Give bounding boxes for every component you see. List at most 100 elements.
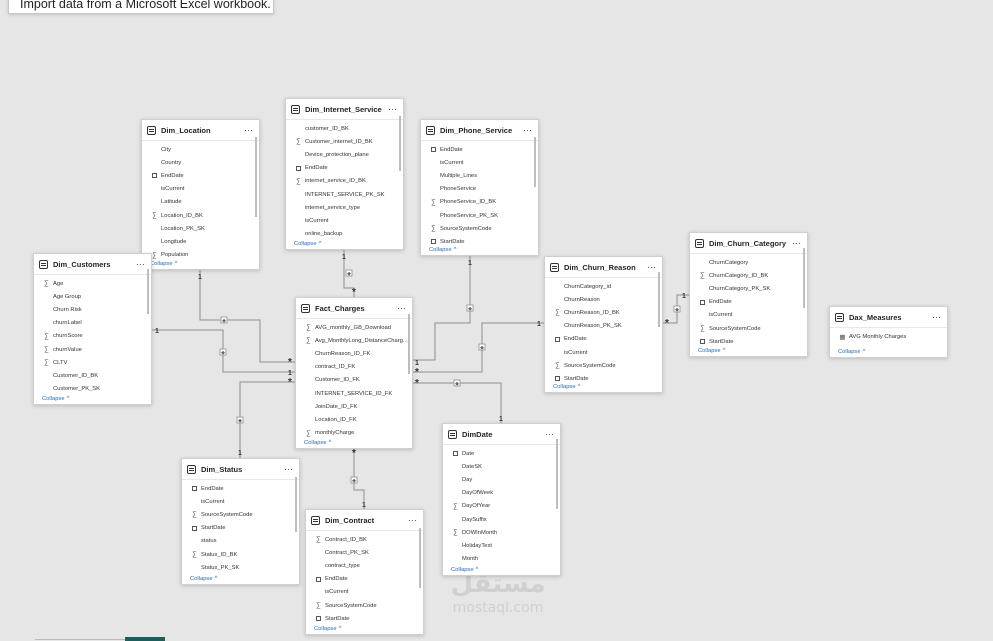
field-row[interactable]: ∑ CLTV <box>34 356 151 369</box>
table-card-dim-location[interactable]: Dim_Location ··· City Country EndDate isCurre… <box>141 119 260 270</box>
field-row[interactable]: ∑ SourceSystemCode <box>421 222 538 235</box>
field-row[interactable]: EndDate <box>286 162 403 175</box>
field-row[interactable]: ∑ Contract_ID_BK <box>306 533 423 546</box>
table-card-dim-internet-service[interactable]: Dim_Internet_Service ··· customer_ID_BK ∑ Cu… <box>285 98 404 250</box>
field-row[interactable]: ∑ Customer_internet_ID_BK <box>286 135 403 148</box>
more-options-icon[interactable]: ··· <box>523 126 532 135</box>
field-row[interactable]: ChurnCategory <box>690 256 807 269</box>
field-row[interactable]: Location_PK_SK <box>142 222 259 235</box>
field-row[interactable]: DateSK <box>443 460 560 473</box>
table-card-header[interactable]: DimDate ··· <box>443 424 560 445</box>
field-row[interactable]: StartDate <box>306 612 423 625</box>
field-row[interactable]: Latitude <box>142 196 259 209</box>
field-row[interactable]: Customer_ID_BK <box>34 369 151 382</box>
field-row[interactable]: Contract_PK_SK <box>306 546 423 559</box>
field-row[interactable]: ∑ ChurnCategory_ID_BK <box>690 269 807 282</box>
field-row[interactable]: ∑ SourceSystemCode <box>306 599 423 612</box>
field-row[interactable]: ∑ internet_service_ID_BK <box>286 175 403 188</box>
table-card-fact-charges[interactable]: Fact_Charges ··· ∑ AVG_monthly_GB_Download ∑… <box>295 297 413 449</box>
field-row[interactable]: ∑ AVG_monthly_GB_Download <box>296 321 412 334</box>
table-card-dim-customers[interactable]: Dim_Customers ··· ∑ Age Age Group Churn Risk c… <box>33 253 152 405</box>
field-row[interactable]: EndDate <box>306 573 423 586</box>
table-card-dim-churn-category[interactable]: Dim_Churn_Category ··· ChurnCategory ∑ Churn… <box>689 232 808 357</box>
field-row[interactable]: DayOfWeek <box>443 487 560 500</box>
field-list[interactable]: City Country EndDate isCurrent Latitude ∑ Loca… <box>142 141 259 261</box>
field-list[interactable]: ∑ AVG_monthly_GB_Download ∑ Avg_MonthlyLong… <box>296 319 412 440</box>
field-row[interactable]: StartDate <box>690 335 807 348</box>
field-row[interactable]: ∑ churnScore <box>34 330 151 343</box>
collapse-link[interactable]: Collapse ^ <box>451 567 478 573</box>
field-row[interactable]: Multiple_Lines <box>421 169 538 182</box>
field-row[interactable]: Day <box>443 473 560 486</box>
field-row[interactable]: ∑ DayOfYear <box>443 500 560 513</box>
field-row[interactable]: ChurnCategory_PK_SK <box>690 282 807 295</box>
field-row[interactable]: Age Group <box>34 290 151 303</box>
table-card-header[interactable]: Dax_Measures ··· <box>830 307 947 328</box>
more-options-icon[interactable]: ··· <box>932 313 941 322</box>
field-row[interactable]: ∑ Population <box>142 249 259 262</box>
more-options-icon[interactable]: ··· <box>792 239 801 248</box>
field-row[interactable]: ∑ churnValue <box>34 343 151 356</box>
more-options-icon[interactable]: ··· <box>397 304 406 313</box>
field-row[interactable]: customer_ID_BK <box>286 122 403 135</box>
field-list[interactable]: ∑ Contract_ID_BK Contract_PK_SK contract_ty… <box>306 531 423 626</box>
field-list[interactable]: customer_ID_BK ∑ Customer_internet_ID_BK De… <box>286 120 403 241</box>
field-row[interactable]: ChurnCategory_id <box>545 280 662 293</box>
collapse-link[interactable]: Collapse ^ <box>838 349 865 355</box>
field-row[interactable]: Churn Risk <box>34 303 151 316</box>
field-row[interactable]: EndDate <box>182 482 299 495</box>
field-row[interactable]: ∑ Avg_MonthlyLong_DistanceCharg... <box>296 334 412 347</box>
table-card-header[interactable]: Dim_Churn_Category ··· <box>690 233 807 254</box>
field-row[interactable]: Location_ID_FK <box>296 413 412 426</box>
collapse-link[interactable]: Collapse ^ <box>429 247 456 253</box>
field-row[interactable]: Date <box>443 447 560 460</box>
table-card-dim-churn-reason[interactable]: Dim_Churn_Reason ··· ChurnCategory_id Churn… <box>544 256 663 393</box>
field-row[interactable]: ChurnReason_PK_SK <box>545 320 662 333</box>
field-row[interactable]: ∑ PhoneService_ID_BK <box>421 196 538 209</box>
field-row[interactable]: StartDate <box>182 522 299 535</box>
table-card-header[interactable]: Fact_Charges ··· <box>296 298 412 319</box>
more-options-icon[interactable]: ··· <box>408 516 417 525</box>
collapse-link[interactable]: Collapse ^ <box>304 440 331 446</box>
more-options-icon[interactable]: ··· <box>284 465 293 474</box>
field-list[interactable]: Date DateSK Day DayOfWeek ∑ DayOfYear DaySuffi… <box>443 445 560 567</box>
field-row[interactable]: Customer_PK_SK <box>34 383 151 396</box>
field-list[interactable]: ChurnCategory ∑ ChurnCategory_ID_BK ChurnCa… <box>690 254 807 348</box>
field-list[interactable]: ChurnCategory_id ChurnReason ∑ ChurnReason_… <box>545 278 662 384</box>
field-row[interactable]: ∑ SourceSystemCode <box>545 359 662 372</box>
collapse-link[interactable]: Collapse ^ <box>150 261 177 267</box>
table-card-dim-status[interactable]: Dim_Status ··· EndDate isCurrent ∑ SourceSyst… <box>181 458 300 585</box>
field-row[interactable]: ∑ Status_ID_BK <box>182 548 299 561</box>
field-row[interactable]: City <box>142 143 259 156</box>
field-row[interactable]: ∑ SourceSystemCode <box>690 322 807 335</box>
field-row[interactable]: PhoneService_PK_SK <box>421 209 538 222</box>
field-row[interactable]: ChurnReason_ID_FK <box>296 347 412 360</box>
field-row[interactable]: status <box>182 535 299 548</box>
table-card-dim-contract[interactable]: Dim_Contract ··· ∑ Contract_ID_BK Contract_P… <box>305 509 424 635</box>
more-options-icon[interactable]: ··· <box>545 430 554 439</box>
table-card-header[interactable]: Dim_Phone_Service ··· <box>421 120 538 141</box>
field-row[interactable]: DaySuffix <box>443 513 560 526</box>
field-row[interactable]: EndDate <box>421 143 538 156</box>
more-options-icon[interactable]: ··· <box>244 126 253 135</box>
table-card-header[interactable]: Dim_Internet_Service ··· <box>286 99 403 120</box>
field-row[interactable]: internet_service_type <box>286 201 403 214</box>
field-row[interactable]: INTERNET_SERVICE_PK_SK <box>286 188 403 201</box>
field-row[interactable]: Longitude <box>142 235 259 248</box>
field-row[interactable]: ChurnReason <box>545 293 662 306</box>
collapse-link[interactable]: Collapse ^ <box>314 626 341 632</box>
more-options-icon[interactable]: ··· <box>136 260 145 269</box>
collapse-link[interactable]: Collapse ^ <box>553 384 580 390</box>
field-row[interactable]: Country <box>142 156 259 169</box>
field-row[interactable]: online_backup <box>286 228 403 241</box>
more-options-icon[interactable]: ··· <box>388 105 397 114</box>
field-row[interactable]: isCurrent <box>690 309 807 322</box>
field-row[interactable]: isCurrent <box>421 156 538 169</box>
active-page-tab[interactable] <box>125 637 165 641</box>
field-row[interactable]: isCurrent <box>286 214 403 227</box>
table-card-dimdate[interactable]: DimDate ··· Date DateSK Day DayOfWeek ∑ DayOfYe… <box>442 423 561 576</box>
collapse-link[interactable]: Collapse ^ <box>190 576 217 582</box>
field-row[interactable]: isCurrent <box>306 586 423 599</box>
field-list[interactable]: ∑ Age Age Group Churn Risk churnLabel ∑ churnS… <box>34 275 151 396</box>
field-list[interactable]: EndDate isCurrent ∑ SourceSystemCode StartDa… <box>182 480 299 576</box>
